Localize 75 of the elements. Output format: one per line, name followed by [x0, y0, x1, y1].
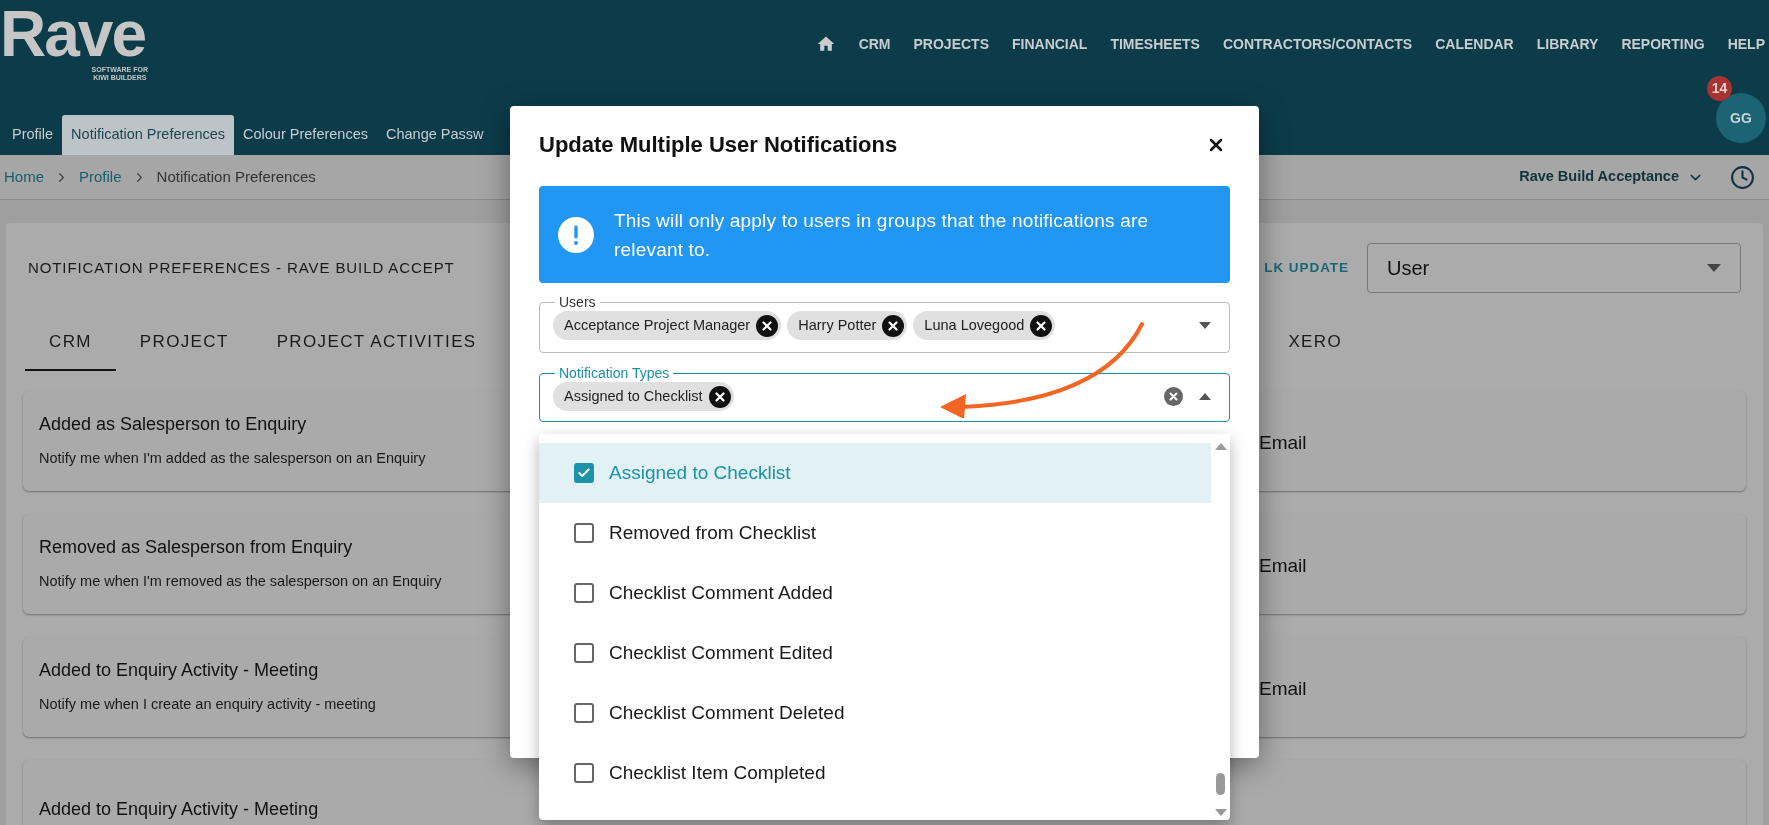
info-text: This will only apply to users in groups that the notifications are relevant to. [614, 208, 1150, 262]
home-icon[interactable] [815, 34, 836, 54]
scroll-up-icon[interactable] [1214, 443, 1227, 450]
option-item[interactable]: Checklist Comment Added [539, 563, 1211, 623]
notification-types-field[interactable]: Notification Types Assigned to Checklist [539, 364, 1230, 422]
scope-select[interactable]: User [1367, 243, 1741, 293]
option-label: Assigned to Checklist [609, 460, 791, 485]
chip: Acceptance Project Manager [553, 311, 782, 340]
avatar[interactable]: GG [1716, 93, 1766, 143]
nav-link[interactable]: TIMESHEETS [1110, 33, 1200, 55]
scrollbar-thumb[interactable] [1216, 773, 1225, 795]
checkbox[interactable] [574, 523, 594, 543]
category-tab[interactable]: CRM [25, 325, 116, 371]
history-icon[interactable] [1730, 164, 1755, 190]
page-title: NOTIFICATION PREFERENCES - RAVE BUILD ACCEPT [28, 257, 455, 278]
option-label: Checklist Item Completed [609, 760, 826, 785]
dialog-title: Update Multiple User Notifications [539, 131, 898, 159]
option-label: Checklist Comment Deleted [609, 700, 845, 725]
option-label: Checklist Comment Edited [609, 640, 833, 665]
logo[interactable]: Rave [0, 2, 145, 66]
nav-link[interactable]: PROJECTS [913, 33, 989, 55]
notification-description: Notify me when I'm removed as the salesperson on an Enquiry [39, 572, 442, 592]
nav-link[interactable]: CRM [858, 33, 891, 55]
option-label: Removed from Checklist [609, 520, 816, 545]
channel-label: Email [1259, 430, 1308, 455]
checkbox[interactable] [574, 643, 594, 663]
notification-title: Added as Salesperson to Enquiry [39, 413, 307, 437]
field-label: Notification Types [558, 364, 671, 382]
profile-tab[interactable]: Notification Preferences [62, 115, 235, 155]
nav-link[interactable]: LIBRARY [1536, 33, 1599, 55]
check-icon [577, 466, 591, 480]
channel-label: Email [1259, 553, 1308, 578]
category-tab[interactable]: PROJECT [115, 325, 253, 371]
option-item[interactable]: Removed from Checklist [539, 503, 1211, 563]
clear-icon[interactable] [1164, 387, 1183, 406]
chip: Assigned to Checklist [553, 382, 734, 411]
checkbox[interactable] [574, 583, 594, 603]
notification-description: Notify me when I'm added as the salesperson on an Enquiry [39, 449, 426, 469]
remove-icon[interactable] [1030, 314, 1053, 337]
company-selector[interactable]: Rave Build Acceptance [1519, 166, 1704, 188]
profile-tab[interactable]: Colour Preferences [234, 115, 377, 155]
caret-down-icon [1707, 264, 1721, 272]
profile-tab[interactable]: Profile [3, 115, 63, 155]
info-icon [558, 216, 594, 253]
option-item[interactable]: Checklist Comment Deleted [539, 683, 1211, 743]
profile-tab[interactable]: Change Passw [376, 115, 493, 155]
breadcrumb-current: Notification Preferences [156, 166, 316, 187]
checkbox[interactable] [574, 763, 594, 783]
checkbox[interactable] [574, 463, 594, 483]
nav-link[interactable]: REPORTING [1621, 33, 1705, 55]
chip: Harry Potter [787, 311, 908, 340]
notification-title: Added to Enquiry Activity - Meeting [39, 659, 319, 683]
channel-label: Email [1259, 676, 1308, 701]
chip: Luna Lovegood [913, 311, 1056, 340]
caret-down-icon[interactable] [1199, 322, 1211, 329]
nav-link[interactable]: FINANCIAL [1012, 33, 1088, 55]
notification-badge: 14 [1707, 76, 1732, 101]
notification-title: Added to Enquiry Activity - Meeting [39, 798, 319, 821]
notification-description: Notify me when I create an enquiry activity - meeting [39, 695, 376, 715]
nav-link[interactable]: HELP [1727, 33, 1765, 55]
remove-icon[interactable] [882, 314, 905, 337]
caret-up-icon[interactable] [1199, 393, 1211, 400]
category-tab[interactable]: XERO [1264, 325, 1366, 371]
option-label: Checklist Comment Added [609, 580, 833, 605]
option-item[interactable]: Checklist Comment Edited [539, 623, 1211, 683]
nav-link[interactable]: CALENDAR [1435, 33, 1514, 55]
field-label: Users [558, 293, 597, 311]
remove-icon[interactable] [756, 314, 779, 337]
checkbox[interactable] [574, 703, 594, 723]
remove-icon[interactable] [708, 385, 731, 408]
notification-title: Removed as Salesperson from Enquiry [39, 536, 353, 560]
nav-link[interactable]: CONTRACTORS/CONTACTS [1222, 33, 1413, 55]
category-tab[interactable]: PROJECT ACTIVITIES [252, 325, 501, 371]
scroll-down-icon[interactable] [1214, 809, 1227, 816]
option-item[interactable]: Checklist Item Completed [539, 743, 1211, 803]
